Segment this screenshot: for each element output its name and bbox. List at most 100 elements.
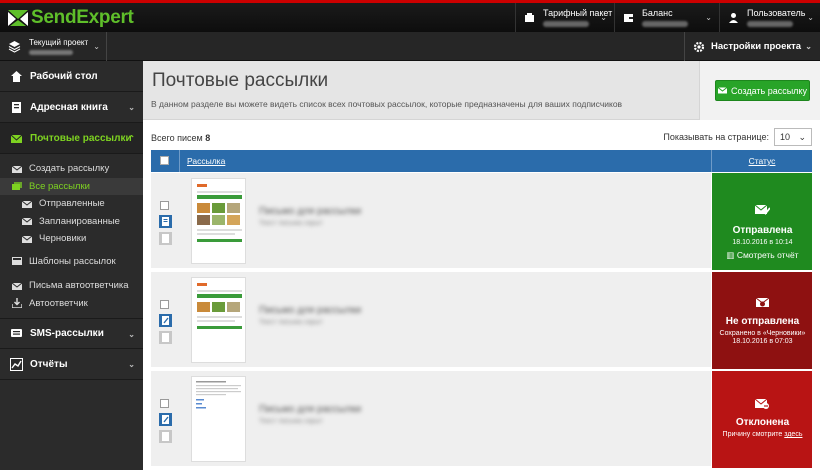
status-text: Отклонена: [735, 417, 790, 428]
column-status[interactable]: Статус: [711, 150, 812, 172]
mailing-snippet: Текст письма скрыт: [259, 319, 323, 326]
email-thumbnail[interactable]: [191, 277, 246, 363]
package-icon: [525, 13, 534, 22]
status-cell: Отправлена 18.10.2016 в 10:14 ▥ Смотреть…: [711, 173, 812, 270]
envelope-blocked-icon: [755, 398, 769, 409]
user-dropdown[interactable]: Пользователь ⌄: [719, 3, 820, 32]
email-thumbnail[interactable]: [191, 376, 246, 462]
status-date: 18.10.2016 в 10:14: [732, 239, 793, 246]
thumbnail-preview: [196, 381, 241, 409]
status-date: 18.10.2016 в 07:03: [732, 338, 793, 345]
envelope-plus-icon: [12, 165, 22, 173]
home-icon: [11, 70, 22, 82]
mailing-info[interactable]: Письмо для рассылки Текст письма скрыт: [259, 305, 509, 327]
envelope-logo-icon: [8, 10, 28, 26]
per-page-select[interactable]: 10 ⌄: [774, 128, 812, 146]
project-label: Текущий проект: [29, 38, 89, 47]
column-mailing[interactable]: Рассылка: [179, 150, 225, 172]
envelope-icon: [718, 87, 727, 94]
nav-addressbook[interactable]: Адресная книга ⌄: [0, 92, 143, 123]
envelopes-icon: [12, 182, 22, 191]
mailing-title: Письмо для рассылки: [259, 305, 362, 316]
main-content: Почтовые рассылки В данном разделе вы мо…: [143, 61, 820, 470]
nav-reports[interactable]: Отчёты ⌄: [0, 349, 143, 380]
select-all-checkbox[interactable]: [160, 156, 169, 165]
chevron-down-icon: ⌄: [705, 13, 712, 22]
settings-label: Настройки проекта: [711, 41, 802, 52]
sms-icon: [11, 329, 22, 337]
nav-drafts[interactable]: Черновики: [0, 230, 143, 248]
row-checkbox[interactable]: [160, 201, 169, 210]
tariff-dropdown[interactable]: Тарифный пакет ⌄: [515, 3, 613, 32]
addressbook-icon: [12, 101, 21, 113]
sidebar: Рабочий стол Адресная книга ⌄ Почтовые р…: [0, 61, 143, 470]
envelope-check-icon: [755, 204, 770, 215]
thumbnail-preview: [197, 283, 242, 329]
table-header: Рассылка Статус: [151, 150, 812, 172]
nav-sent-label: Отправленные: [39, 198, 105, 210]
envelope-icon: [10, 134, 23, 143]
email-thumbnail[interactable]: [191, 178, 246, 264]
edit-icon[interactable]: [159, 314, 172, 327]
view-icon[interactable]: [159, 215, 172, 228]
chevron-down-icon: ⌄: [128, 103, 135, 112]
project-selector[interactable]: Текущий проект ⌄: [0, 32, 107, 61]
chevron-down-icon: ⌄: [798, 131, 806, 142]
nav-autoletters-label: Письма автоответчика: [29, 280, 129, 292]
nav-drafts-label: Черновики: [39, 233, 87, 245]
chevron-down-icon: ⌄: [128, 360, 135, 369]
row-checkbox[interactable]: [160, 399, 169, 408]
chart-icon: ▥: [726, 250, 735, 260]
nav-create-mailing[interactable]: Создать рассылку: [0, 160, 143, 178]
row-checkbox[interactable]: [160, 300, 169, 309]
status-cell: Не отправлена Сохранено в «Черновики» 18…: [711, 272, 812, 369]
nav-scheduled[interactable]: Запланированные: [0, 213, 143, 231]
mailing-info[interactable]: Письмо для рассылки Текст письма скрыт: [259, 404, 509, 426]
envelope-draft-icon: [22, 235, 32, 243]
project-settings-dropdown[interactable]: Настройки проекта ⌄: [684, 32, 820, 61]
chevron-down-icon: ⌄: [600, 13, 607, 22]
copy-icon[interactable]: [159, 430, 172, 443]
logo[interactable]: SendExpert: [8, 7, 134, 29]
per-page-value: 10: [780, 132, 791, 142]
user-label: Пользователь: [747, 8, 806, 18]
nav-all-mailings[interactable]: Все рассылки: [0, 177, 143, 195]
copy-icon[interactable]: [159, 331, 172, 344]
nav-addressbook-label: Адресная книга: [30, 101, 108, 113]
page-description: В данном разделе вы можете видеть список…: [151, 99, 623, 109]
logo-text: SendExpert: [31, 7, 134, 28]
balance-label: Баланс: [642, 8, 673, 18]
chevron-down-icon: ⌄: [805, 42, 812, 51]
nav-reports-label: Отчёты: [30, 358, 68, 370]
nav-mailings[interactable]: Почтовые рассылки ⌃: [0, 123, 143, 154]
nav-sent[interactable]: Отправленные: [0, 195, 143, 213]
nav-autoletters[interactable]: Письма автоответчика: [0, 277, 143, 295]
mailing-info[interactable]: Письмо для рассылки Текст письма скрыт: [259, 206, 509, 228]
total-value: 8: [205, 133, 211, 143]
nav-scheduled-label: Запланированные: [39, 215, 120, 227]
create-box: Создать рассылку: [699, 61, 820, 120]
copy-icon[interactable]: [159, 232, 172, 245]
total-label: Всего писем: [151, 133, 203, 143]
nav-templates-label: Шаблоны рассылок: [29, 255, 116, 267]
status-text: Не отправлена: [725, 316, 800, 327]
edit-icon[interactable]: [159, 413, 172, 426]
status-note-text: Причину смотрите: [722, 431, 783, 438]
mailing-title: Письмо для рассылки: [259, 206, 362, 217]
user-value: [747, 21, 793, 27]
total-count: Всего писем 8: [151, 133, 210, 143]
create-mailing-button[interactable]: Создать рассылку: [715, 80, 810, 101]
view-report-link[interactable]: ▥ Смотреть отчёт: [712, 250, 813, 261]
reason-link[interactable]: здесь: [784, 431, 802, 438]
nav-sms[interactable]: SMS-рассылки ⌄: [0, 318, 143, 349]
layers-icon: [8, 41, 21, 53]
status-note: Причину смотрите здесь: [712, 430, 813, 439]
user-icon: [729, 13, 738, 23]
balance-dropdown[interactable]: Баланс ⌄: [614, 3, 718, 32]
nav-autoresponder[interactable]: Автоответчик: [0, 295, 143, 313]
gear-icon: [693, 41, 705, 52]
nav-dashboard[interactable]: Рабочий стол: [0, 61, 143, 92]
mailing-snippet: Текст письма скрыт: [259, 220, 323, 227]
nav-templates[interactable]: Шаблоны рассылок: [0, 253, 143, 271]
table-row: Письмо для рассылки Текст письма скрыт Н…: [151, 272, 812, 369]
